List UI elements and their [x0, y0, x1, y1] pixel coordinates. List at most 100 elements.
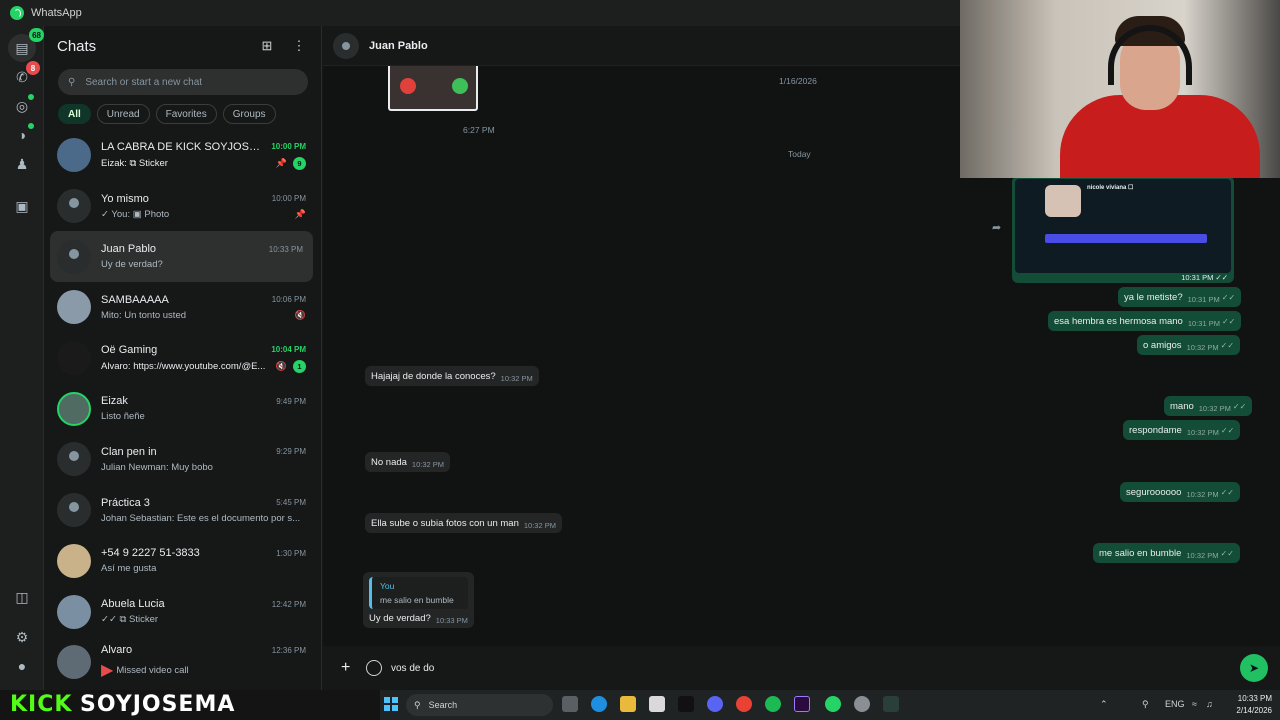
attach-plus-icon[interactable]: + [341, 659, 350, 677]
chat-row-abuela-lucia[interactable]: Abuela Lucia 12:42 PM ✓✓ ⧉ Sticker [45, 586, 316, 637]
tiktok-icon[interactable] [678, 696, 694, 712]
channels-icon: ◑ [17, 127, 27, 143]
whatsapp-taskbar-icon[interactable] [825, 696, 841, 712]
calls-nav-button[interactable]: ✆ 8 [12, 61, 40, 87]
avatar [57, 543, 91, 578]
muted-icon: 🔇 [275, 360, 287, 371]
kebab-menu-icon: ⋮ [292, 38, 306, 53]
outgoing-message[interactable]: esa hembra es hermosa mano 10:31 PM ✓✓ [1048, 311, 1242, 331]
communities-nav-button[interactable]: ♟ [12, 154, 32, 174]
quoted-message[interactable]: You me salio en bumble [369, 577, 468, 609]
spotify-icon[interactable] [765, 696, 781, 712]
chat-row-yo-mismo[interactable]: Yo mismo 10:00 PM ✓ You: ▣ Photo 📌 [45, 181, 316, 232]
archived-nav-button[interactable]: ▣ [12, 196, 32, 216]
taskbar-search[interactable]: ⚲ Search [406, 694, 553, 716]
message-input[interactable] [391, 658, 1231, 678]
chat-row-practica-3[interactable]: Práctica 3 5:45 PM Johan Sebastian: Este … [45, 485, 316, 536]
avatar [57, 341, 91, 376]
forward-icon[interactable]: ➦ [992, 221, 1001, 234]
edge-browser-icon[interactable] [591, 696, 607, 712]
read-ticks-icon: ✓✓ [1220, 426, 1235, 435]
windows-start-icon[interactable] [384, 697, 398, 711]
incoming-reply-message[interactable]: You me salio en bumble Uy de verdad? 10:3… [363, 572, 474, 628]
chat-row-phone-number[interactable]: +54 9 2227 51-3833 1:30 PM Así me gusta [45, 536, 316, 587]
store-icon[interactable] [649, 696, 665, 712]
outgoing-message[interactable]: respondame 10:32 PM ✓✓ [1123, 420, 1241, 440]
settings-nav-button[interactable]: ⚙ [12, 627, 32, 647]
chat-row-juan-pablo[interactable]: Juan Pablo 10:33 PM Uy de verdad? [50, 231, 313, 283]
avatar [57, 290, 91, 325]
outgoing-message[interactable]: ya le metiste? 10:31 PM ✓✓ [1118, 287, 1242, 307]
quoted-author: You [380, 581, 395, 591]
chat-row-clan-pen-in[interactable]: Clan pen in 9:29 PM Julian Newman: Muy bo… [45, 434, 316, 485]
emoji-sticker-icon[interactable] [366, 660, 382, 676]
avatar-person-icon [57, 239, 91, 274]
chat-list-title: Chats [57, 37, 97, 55]
unread-badge: 1 [293, 359, 306, 373]
chat-name: +54 9 2227 51-3833 [101, 547, 200, 560]
premiere-icon[interactable] [794, 696, 810, 712]
chat-row-alvaro[interactable]: Alvaro 12:36 PM ▶ Missed video call [45, 637, 316, 688]
mic-icon[interactable]: ⚲ [1142, 699, 1149, 710]
status-icon: ◎ [15, 97, 29, 114]
filter-favorites[interactable]: Favorites [155, 104, 217, 124]
chats-nav-button[interactable]: ▤ 68 [8, 28, 44, 62]
clock[interactable]: 10:33 PM 2/14/2026 [1236, 693, 1272, 717]
outgoing-message[interactable]: me salio en bumble 10:32 PM ✓✓ [1093, 543, 1240, 563]
send-button[interactable]: ➤ [1240, 654, 1268, 682]
chat-name: SAMBAAAAA [101, 293, 169, 306]
file-explorer-icon[interactable] [620, 696, 636, 712]
chat-row-eizak[interactable]: Eizak 9:49 PM Listo ñeñe [45, 383, 316, 434]
outgoing-message[interactable]: seguroooooo 10:32 PM ✓✓ [1120, 482, 1240, 502]
outgoing-message[interactable]: o amigos 10:32 PM ✓✓ [1137, 335, 1241, 355]
volume-icon[interactable]: ♫ [1206, 699, 1213, 709]
incoming-message[interactable]: Ella sube o subia fotos con un man 10:32 … [365, 513, 562, 533]
chat-preview: Uy de verdad? [101, 259, 163, 271]
task-view-icon[interactable] [562, 696, 578, 712]
tray-overflow-icon[interactable]: ⌃ [1100, 699, 1108, 710]
clock-date: 2/14/2026 [1236, 706, 1272, 715]
channels-nav-button[interactable]: ◑ [12, 123, 34, 145]
incoming-message[interactable]: Hajajaj de donde la conoces? 10:32 PM [365, 366, 539, 386]
call-screenshot-image[interactable] [388, 66, 478, 111]
filter-all[interactable]: All [58, 104, 91, 124]
contact-name: Juan Pablo [369, 39, 428, 52]
new-chat-button[interactable]: ⊞ [257, 36, 277, 56]
message-text: Uy de verdad? [369, 613, 431, 624]
search-input[interactable] [85, 76, 286, 88]
avatar [57, 391, 91, 426]
message-time: 6:27 PM [463, 125, 495, 135]
chat-row-oe-gaming[interactable]: Oë Gaming 10:04 PM Alvaro: https://www.yo… [45, 333, 316, 384]
obs-icon[interactable] [854, 696, 870, 712]
message-time: 10:31 PM [1187, 319, 1220, 328]
chrome-icon[interactable] [736, 696, 752, 712]
profile-nav-button[interactable]: ● [12, 656, 32, 676]
chat-list-header: Chats ⊞ ⋮ [45, 26, 321, 66]
language-indicator[interactable]: ENG [1165, 699, 1185, 709]
search-bar[interactable]: ⚲ [58, 69, 308, 95]
filter-groups[interactable]: Groups [222, 104, 276, 124]
chat-time: 9:29 PM [276, 447, 306, 457]
new-chat-icon: ⊞ [261, 38, 273, 53]
filter-unread[interactable]: Unread [96, 104, 150, 124]
status-nav-button[interactable]: ◎ [12, 94, 34, 116]
chat-name: Clan pen in [101, 445, 157, 458]
discord-icon[interactable] [707, 696, 723, 712]
chat-time: 10:00 PM [271, 194, 306, 204]
shared-profile-message[interactable]: nicole viviana ☐ 10:31 PM ✓✓ [1012, 176, 1234, 283]
date-divider-today: Today [788, 149, 811, 159]
media-nav-button[interactable]: ◫ [12, 587, 32, 607]
message-text: No nada [371, 457, 407, 468]
app-icon[interactable] [883, 696, 899, 712]
chat-row-la-cabra[interactable]: LA CABRA DE KICK SOYJOSEM... 10:00 PM Eiz… [45, 130, 316, 181]
wifi-icon[interactable]: ≈ [1192, 699, 1197, 709]
message-composer: + ➤ [323, 646, 1280, 690]
muted-icon: 🔇 [294, 309, 306, 320]
pin-icon: 📌 [275, 157, 287, 168]
chat-row-sambaaaaa[interactable]: SAMBAAAAA 10:06 PM Mito: Un tonto usted 🔇 [45, 282, 316, 333]
incoming-message[interactable]: No nada 10:32 PM [365, 452, 451, 472]
pin-icon: 📌 [294, 208, 306, 219]
outgoing-message[interactable]: mano 10:32 PM ✓✓ [1164, 396, 1253, 416]
menu-button[interactable]: ⋮ [289, 36, 309, 56]
avatar [57, 594, 91, 629]
